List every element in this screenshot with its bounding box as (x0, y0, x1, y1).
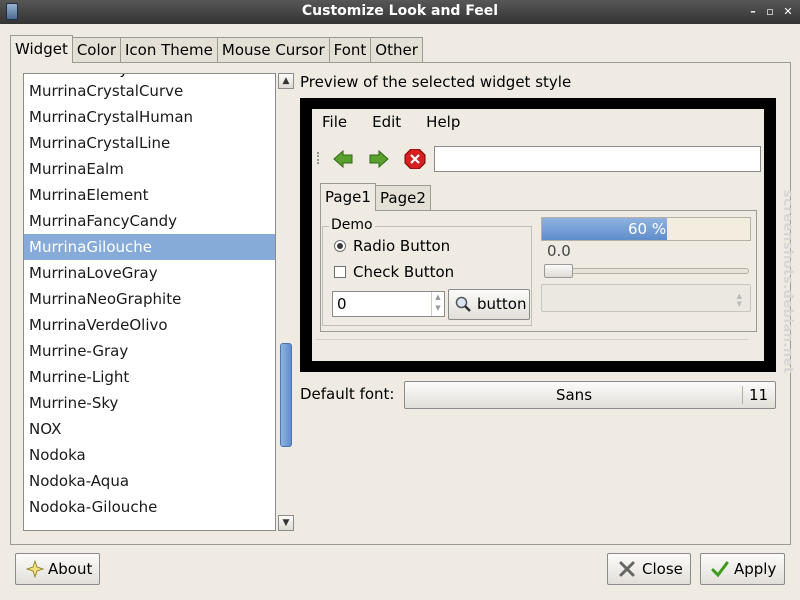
preview-menu-edit[interactable]: Edit (372, 113, 401, 131)
watermark: screenshots.debian.net (780, 190, 795, 374)
about-button[interactable]: About (15, 553, 100, 585)
demo-frame-title: Demo (329, 217, 375, 233)
star-icon (26, 560, 44, 578)
list-item[interactable]: MurrinaLoveGray (24, 260, 275, 286)
scroll-down-button[interactable]: ▼ (278, 515, 294, 531)
preview-button[interactable]: button (448, 289, 530, 320)
tab-other[interactable]: Other (370, 37, 423, 63)
preview-menu-help[interactable]: Help (426, 113, 460, 131)
preview-button-label: button (477, 295, 527, 313)
forward-arrow-icon[interactable] (368, 149, 390, 169)
preview-tab-page1[interactable]: Page1 (320, 183, 376, 211)
list-item[interactable]: Murrine-Gray (24, 338, 275, 364)
radio-button[interactable] (334, 240, 346, 252)
list-item[interactable]: MurrinaFancyCandy (24, 208, 275, 234)
scale-trough[interactable] (545, 268, 749, 274)
list-item[interactable]: Murrine-Light (24, 364, 275, 390)
tab-widget[interactable]: Widget (10, 35, 73, 63)
preview-menu-file[interactable]: File (322, 113, 347, 131)
tab-icon-theme[interactable]: Icon Theme (120, 37, 218, 63)
scale-value: 0.0 (547, 242, 571, 260)
close-x-icon (619, 561, 635, 577)
list-item[interactable]: MurrinaCrystalCurve (24, 78, 275, 104)
preview-menubar: File Edit Help (314, 113, 477, 131)
scroll-thumb[interactable] (280, 343, 292, 447)
font-separator (742, 386, 743, 404)
font-chooser-button[interactable]: Sans 11 (404, 381, 776, 409)
stop-icon[interactable] (404, 149, 426, 169)
tab-mouse-cursor[interactable]: Mouse Cursor (216, 37, 330, 63)
check-button[interactable] (334, 266, 346, 278)
close-button[interactable]: Close (607, 553, 691, 585)
progress-bar: 60 % (541, 217, 751, 241)
apply-button-label: Apply (734, 560, 777, 578)
window-title: Customize Look and Feel (301, 3, 499, 19)
list-item[interactable]: Murrine-Sky (24, 390, 275, 416)
list-item[interactable]: Nodoka (24, 442, 275, 468)
close-button-label: Close (642, 560, 683, 578)
about-button-label: About (48, 560, 93, 578)
scale-slider[interactable] (544, 264, 573, 278)
default-font-label: Default font: (300, 385, 395, 403)
back-arrow-icon[interactable] (332, 149, 354, 169)
list-item[interactable]: MurrinaNeoGraphite (24, 286, 275, 312)
spin-arrows[interactable]: ▲ ▼ (431, 292, 444, 316)
checkmark-icon (711, 561, 729, 578)
theme-list-scrollbar[interactable]: ▲ ▼ (278, 73, 294, 531)
combo-arrow-icon: ▲ ▼ (736, 292, 742, 308)
scroll-up-button[interactable]: ▲ (278, 73, 294, 89)
list-item[interactable]: NOX (24, 416, 275, 442)
tab-font[interactable]: Font (328, 37, 372, 63)
preview-tab-page2[interactable]: Page2 (375, 185, 431, 211)
spin-button[interactable]: 0 ▲ ▼ (332, 291, 445, 317)
theme-list[interactable]: Murrina-Gray MurrinaCrystalCurveMurrinaC… (23, 73, 276, 531)
title-bar: Customize Look and Feel – ▫ ✕ (0, 0, 800, 24)
radio-button-label[interactable]: Radio Button (353, 237, 450, 255)
toolbar-grip[interactable] (317, 152, 320, 164)
preview-text-entry[interactable] (434, 146, 761, 172)
list-item-partial: Murrina-Gray (24, 74, 275, 78)
font-size: 11 (749, 386, 769, 404)
list-item[interactable]: MurrinaGilouche (24, 234, 275, 260)
list-item[interactable]: MurrinaEalm (24, 156, 275, 182)
list-item[interactable]: MurrinaVerdeOlivo (24, 312, 275, 338)
apply-button[interactable]: Apply (700, 553, 785, 585)
minimize-button[interactable]: – (744, 3, 762, 21)
progress-text: 60 % (628, 220, 667, 238)
list-item[interactable]: MurrinaCrystalHuman (24, 104, 275, 130)
preview-combo-box[interactable]: ▲ ▼ (541, 284, 751, 312)
list-item[interactable]: MurrinaElement (24, 182, 275, 208)
preview-label: Preview of the selected widget style (300, 73, 572, 91)
font-name: Sans (555, 386, 593, 404)
spin-value: 0 (337, 295, 347, 313)
list-item[interactable]: Nodoka-Gilouche (24, 494, 275, 520)
main-tabs: Widget Color Icon Theme Mouse Cursor Fon… (10, 35, 423, 63)
tab-color[interactable]: Color (71, 37, 121, 63)
maximize-button[interactable]: ▫ (761, 3, 779, 21)
check-button-label[interactable]: Check Button (353, 263, 454, 281)
list-item[interactable]: MurrinaCrystalLine (24, 130, 275, 156)
close-window-button[interactable]: ✕ (779, 3, 797, 21)
list-item[interactable]: Nodoka-Aqua (24, 468, 275, 494)
preview-divider (316, 339, 748, 340)
magnifier-icon (455, 296, 471, 312)
